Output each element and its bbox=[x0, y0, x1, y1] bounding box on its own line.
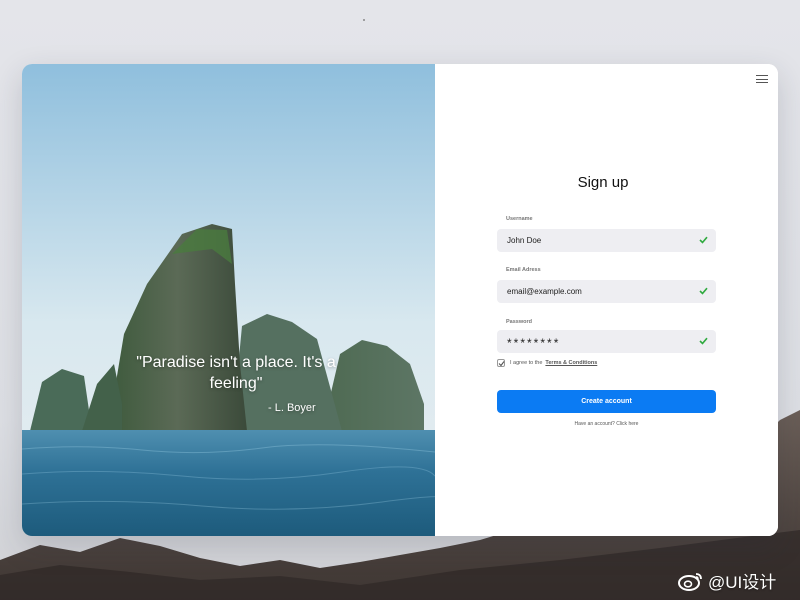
terms-link[interactable]: Terms & Conditions bbox=[545, 360, 597, 366]
login-link[interactable]: Have an account? Click here bbox=[497, 421, 716, 427]
signup-card: "Paradise isn't a place. It's a feeling"… bbox=[22, 64, 778, 536]
email-field[interactable]: email@example.com bbox=[497, 280, 716, 303]
password-value: ******** bbox=[507, 336, 561, 350]
quote-author: - L. Boyer bbox=[268, 402, 316, 414]
page-title: Sign up bbox=[577, 174, 629, 191]
hero-image: "Paradise isn't a place. It's a feeling"… bbox=[22, 64, 435, 536]
terms-agreement: I agree to the Terms & Conditions bbox=[497, 359, 597, 367]
email-label: Email Adress bbox=[506, 267, 541, 273]
email-value: email@example.com bbox=[507, 287, 582, 296]
hero-quote: "Paradise isn't a place. It's a feeling" bbox=[136, 354, 336, 392]
terms-checkbox[interactable] bbox=[497, 359, 505, 367]
username-value: John Doe bbox=[507, 236, 542, 245]
username-field[interactable]: John Doe bbox=[497, 229, 716, 252]
username-label: Username bbox=[506, 216, 533, 222]
signup-panel: Sign up Username John Doe Email Adress e… bbox=[435, 64, 778, 536]
password-field[interactable]: ******** bbox=[497, 330, 716, 353]
hamburger-icon[interactable] bbox=[756, 75, 768, 85]
create-account-button[interactable]: Create account bbox=[497, 390, 716, 413]
watermark: @UI设计 bbox=[678, 568, 776, 593]
watermark-text: @UI设计 bbox=[708, 573, 777, 592]
check-icon bbox=[699, 236, 708, 244]
check-icon bbox=[699, 337, 708, 345]
check-icon bbox=[699, 287, 708, 295]
weibo-icon bbox=[678, 572, 702, 591]
checkbox-check-icon bbox=[498, 361, 505, 367]
password-label: Password bbox=[506, 319, 532, 325]
agree-text: I agree to the bbox=[510, 360, 543, 366]
island-scene bbox=[22, 64, 435, 536]
